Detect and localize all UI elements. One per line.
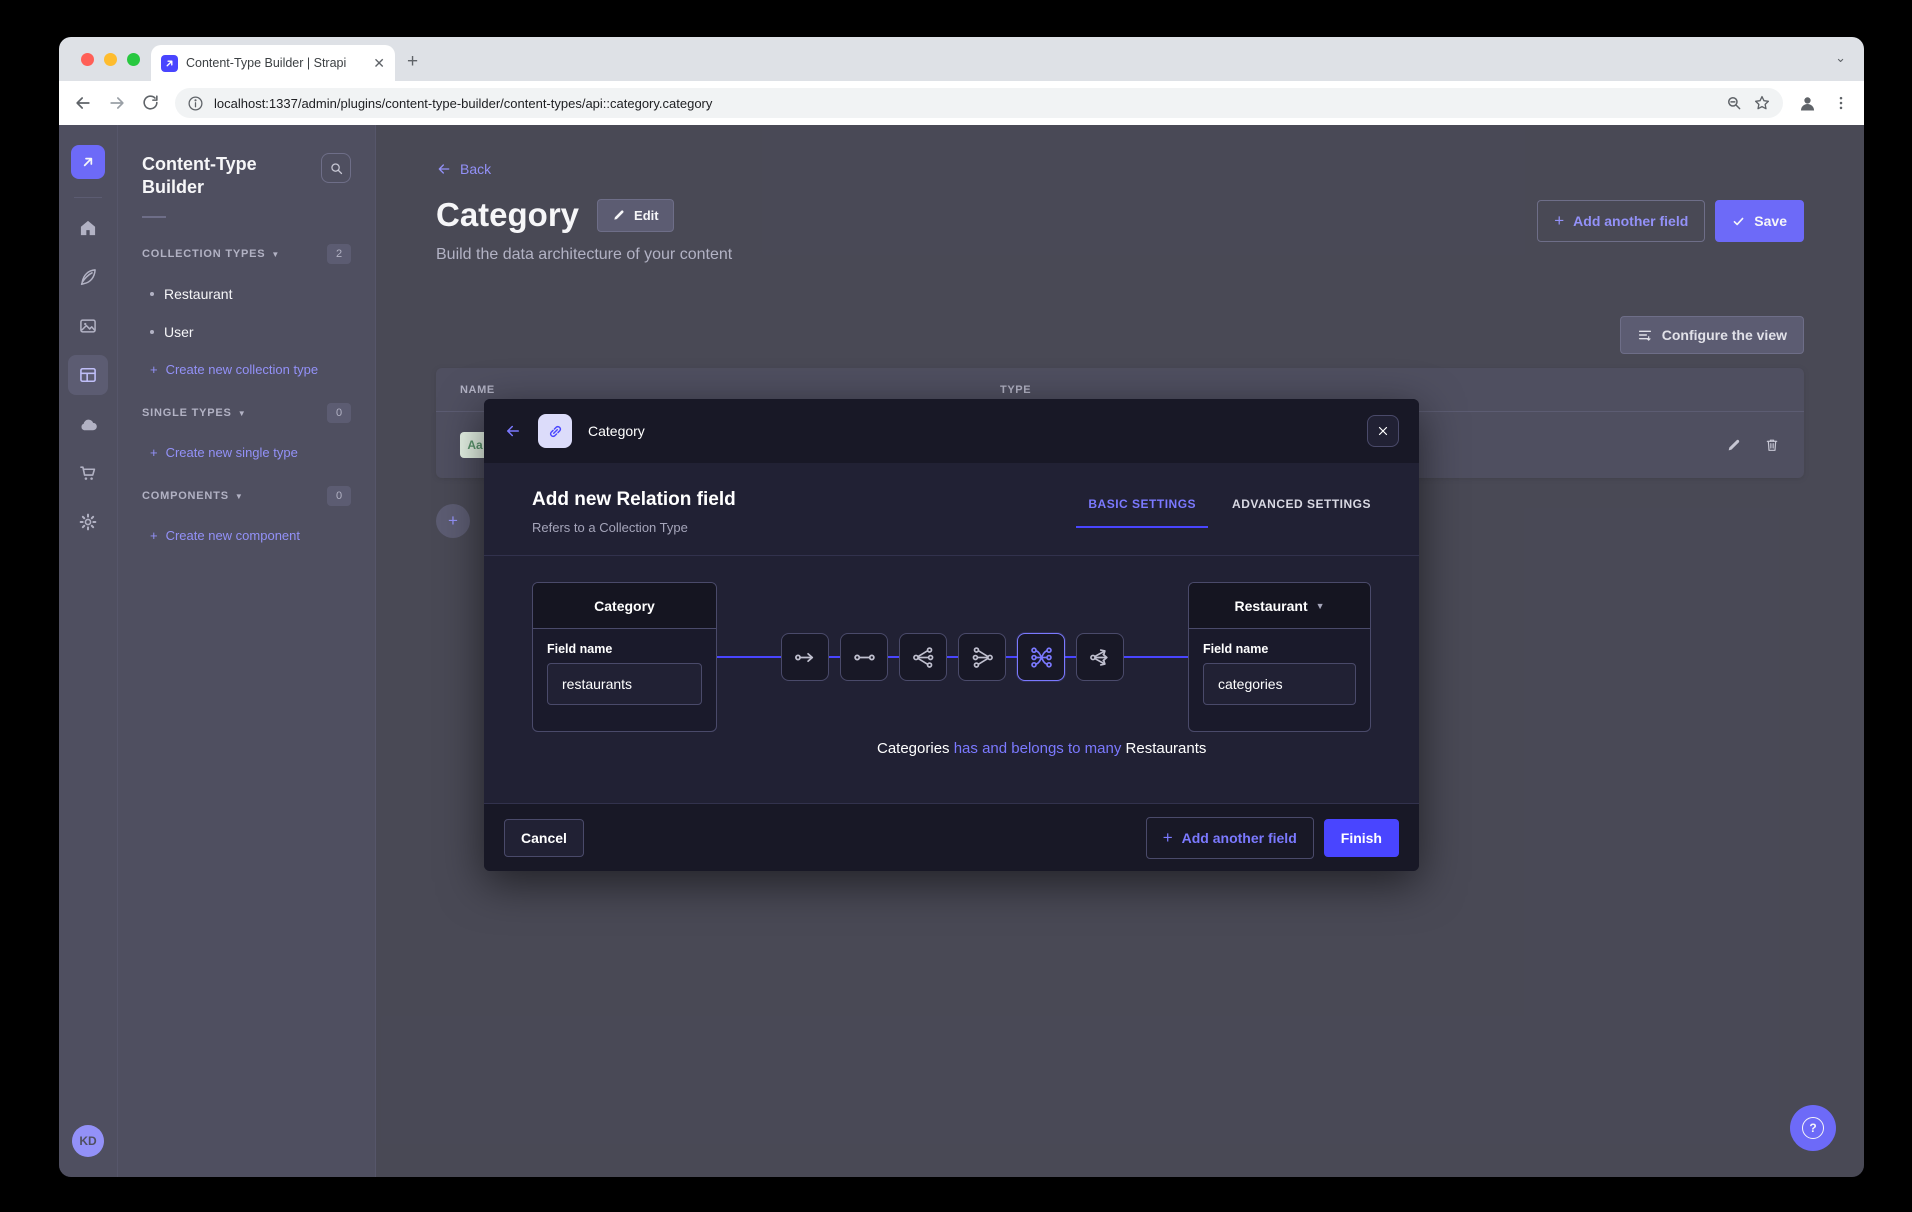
url-text: localhost:1337/admin/plugins/content-typ… bbox=[214, 96, 1715, 111]
modal-footer: Cancel + Add another field Finish bbox=[484, 803, 1419, 871]
modal-heading: Add new Relation field bbox=[532, 489, 736, 511]
traffic-lights bbox=[81, 53, 140, 66]
sentence-source: Categories bbox=[877, 740, 950, 757]
zoom-page-icon[interactable] bbox=[1725, 94, 1743, 112]
target-type-card: Restaurant ▼ Field name bbox=[1188, 582, 1371, 732]
tab-close-icon[interactable]: ✕ bbox=[373, 56, 385, 70]
strapi-favicon-icon bbox=[161, 55, 178, 72]
plus-icon: + bbox=[1163, 828, 1173, 848]
modal-add-another-field-button[interactable]: + Add another field bbox=[1146, 817, 1314, 859]
relation-link-icon bbox=[538, 414, 572, 448]
sentence-relation: has and belongs to many bbox=[954, 740, 1122, 757]
close-window-button[interactable] bbox=[81, 53, 94, 66]
browser-tab[interactable]: Content-Type Builder | Strapi ✕ bbox=[151, 45, 395, 81]
modal-add-another-field-label: Add another field bbox=[1182, 830, 1297, 846]
browser-menu-icon[interactable] bbox=[1832, 94, 1850, 112]
new-tab-button[interactable]: + bbox=[407, 51, 418, 73]
address-bar[interactable]: localhost:1337/admin/plugins/content-typ… bbox=[175, 88, 1783, 118]
settings-tabs: BASIC SETTINGS ADVANCED SETTINGS bbox=[1088, 497, 1371, 527]
chevron-down-icon: ▼ bbox=[1316, 601, 1325, 611]
modal-title: Category bbox=[588, 423, 645, 439]
modal-header: Category bbox=[484, 399, 1419, 463]
relation-one-way-icon[interactable] bbox=[781, 633, 829, 681]
source-type-card: Category Field name bbox=[532, 582, 717, 732]
modal-subheading: Refers to a Collection Type bbox=[532, 520, 736, 535]
forward-icon[interactable] bbox=[107, 93, 127, 113]
browser-toolbar: localhost:1337/admin/plugins/content-typ… bbox=[59, 81, 1864, 125]
target-type-title: Restaurant bbox=[1234, 598, 1307, 614]
add-relation-field-modal: Category Add new Relation field Refers t… bbox=[484, 399, 1419, 871]
modal-back-arrow-icon[interactable] bbox=[504, 422, 522, 440]
tab-advanced-settings[interactable]: ADVANCED SETTINGS bbox=[1232, 497, 1371, 527]
reload-icon[interactable] bbox=[141, 93, 161, 113]
zoom-window-button[interactable] bbox=[127, 53, 140, 66]
source-field-name-label: Field name bbox=[547, 642, 702, 656]
minimize-window-button[interactable] bbox=[104, 53, 117, 66]
tab-basic-settings[interactable]: BASIC SETTINGS bbox=[1088, 497, 1196, 527]
relation-many-to-many-icon[interactable] bbox=[1017, 633, 1065, 681]
sentence-target: Restaurants bbox=[1126, 740, 1207, 757]
site-info-icon[interactable] bbox=[187, 95, 204, 112]
source-type-title: Category bbox=[533, 583, 716, 629]
source-field-name-input[interactable] bbox=[547, 663, 702, 705]
cancel-button[interactable]: Cancel bbox=[504, 819, 584, 857]
finish-button[interactable]: Finish bbox=[1324, 819, 1399, 857]
tab-search-chevron-icon[interactable]: ⌄ bbox=[1835, 50, 1846, 66]
target-type-select[interactable]: Restaurant ▼ bbox=[1189, 583, 1370, 629]
target-field-name-input[interactable] bbox=[1203, 663, 1356, 705]
strapi-admin: KD Content-Type Builder COLLECTION TYPES… bbox=[59, 125, 1864, 1177]
relation-sentence: Categories has and belongs to many Resta… bbox=[877, 740, 1028, 757]
profile-avatar-icon[interactable] bbox=[1797, 93, 1818, 114]
browser-window: Content-Type Builder | Strapi ✕ + ⌄ loca… bbox=[59, 37, 1864, 1177]
relation-configurator: Category Field name bbox=[484, 556, 1419, 803]
relation-one-to-many-icon[interactable] bbox=[899, 633, 947, 681]
target-field-name-label: Field name bbox=[1203, 642, 1356, 656]
relation-many-way-icon[interactable] bbox=[1076, 633, 1124, 681]
relation-one-to-one-icon[interactable] bbox=[840, 633, 888, 681]
bookmark-star-icon[interactable] bbox=[1753, 94, 1771, 112]
browser-tab-bar: Content-Type Builder | Strapi ✕ + ⌄ bbox=[59, 37, 1864, 81]
tab-title: Content-Type Builder | Strapi bbox=[186, 56, 365, 70]
relation-many-to-one-icon[interactable] bbox=[958, 633, 1006, 681]
modal-subheader: Add new Relation field Refers to a Colle… bbox=[484, 463, 1419, 556]
back-icon[interactable] bbox=[73, 93, 93, 113]
close-icon[interactable] bbox=[1367, 415, 1399, 447]
